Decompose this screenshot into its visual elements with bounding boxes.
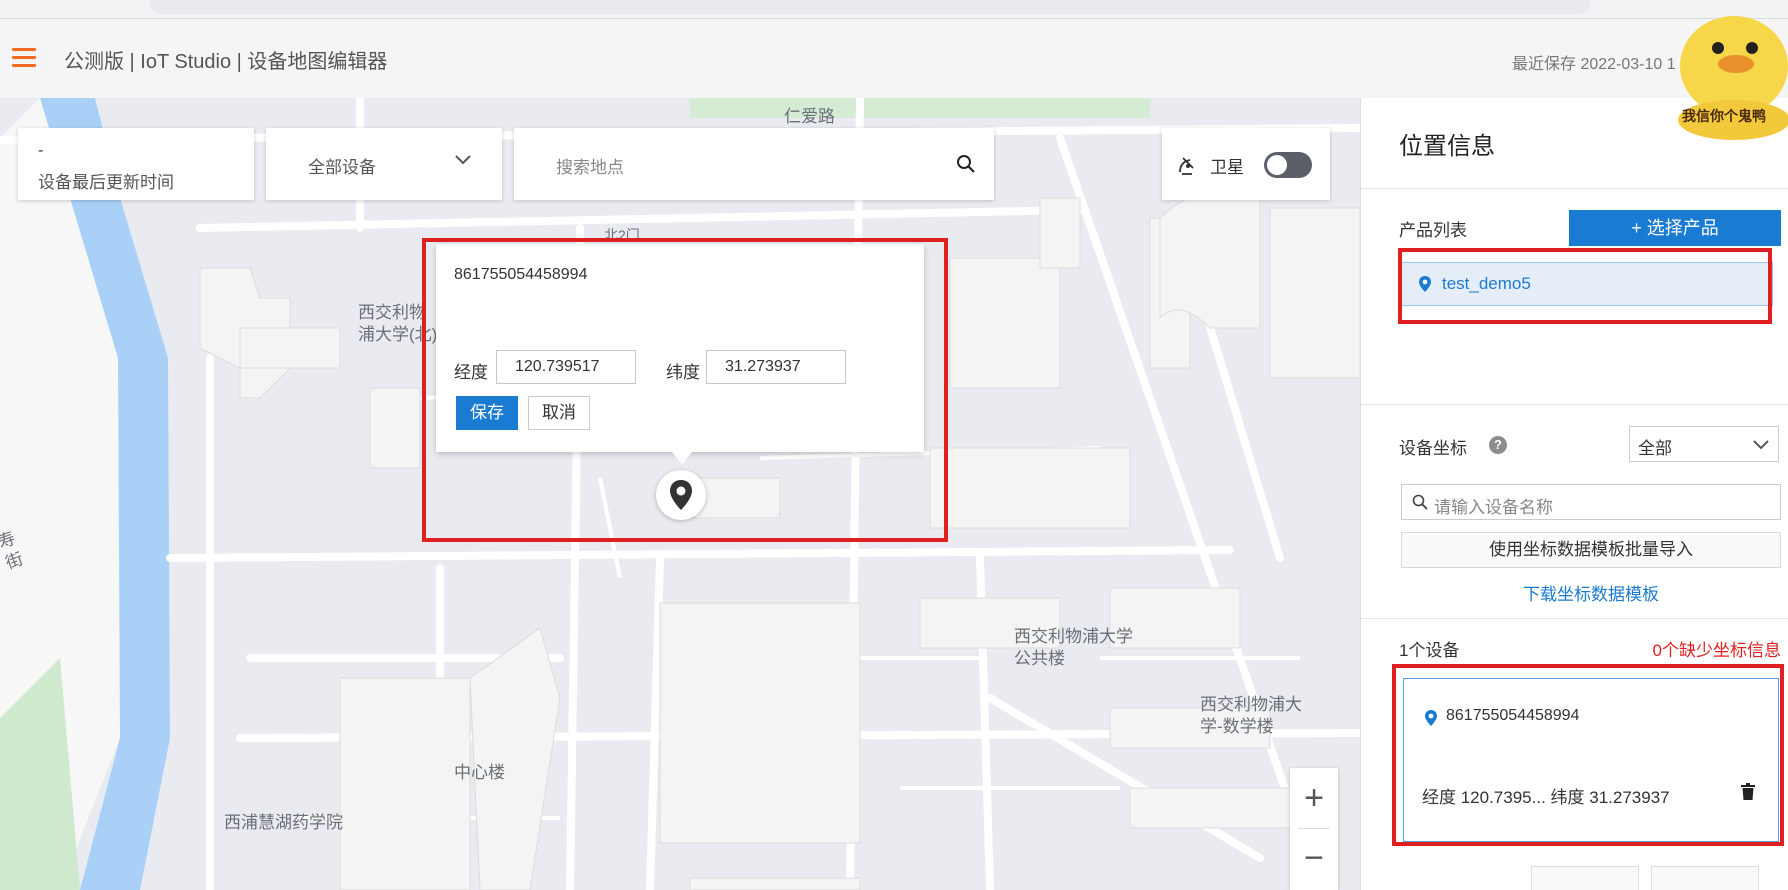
save-button[interactable]: 保存 <box>456 396 518 430</box>
device-search-placeholder: 请输入设备名称 <box>1434 498 1553 517</box>
divider <box>1361 404 1788 405</box>
longitude-label: 经度 <box>454 363 488 382</box>
search-icon <box>1412 494 1428 510</box>
location-pin-icon <box>670 480 692 510</box>
device-coordinate-popup: 861755054458994 经度 120.739517 纬度 31.2739… <box>436 244 924 464</box>
zoom-out-button[interactable]: − <box>1290 828 1338 888</box>
trash-icon[interactable] <box>1740 783 1756 801</box>
location-search-input[interactable]: 搜索地点 <box>514 128 994 200</box>
time-label: 设备最后更新时间 <box>38 173 174 192</box>
device-list-item[interactable]: 861755054458994 经度 120.7395... 纬度 31.273… <box>1403 678 1779 842</box>
help-icon[interactable]: ? <box>1489 436 1507 454</box>
last-update-time-filter[interactable]: - 设备最后更新时间 <box>18 128 254 200</box>
product-item[interactable]: test_demo5 <box>1401 262 1773 306</box>
satellite-toggle[interactable] <box>1264 152 1312 178</box>
select-product-button[interactable]: + 选择产品 <box>1569 210 1781 246</box>
device-count: 1个设备 <box>1399 641 1460 660</box>
menu-icon[interactable] <box>12 48 36 68</box>
map-label-math-building: 西交利物浦大学-数学楼 <box>1200 695 1302 736</box>
map-label-pharmacy: 西浦慧湖药学院 <box>224 813 343 832</box>
toggle-knob <box>1267 155 1287 175</box>
footer-button[interactable] <box>1651 866 1759 890</box>
app-title: 公测版 | IoT Studio | 设备地图编辑器 <box>64 51 388 73</box>
location-pin-icon <box>1425 710 1437 726</box>
device-id: 861755054458994 <box>1446 707 1580 724</box>
satellite-label: 卫星 <box>1210 158 1244 177</box>
coordinate-filter-dropdown[interactable]: 全部 <box>1629 426 1779 462</box>
divider <box>1361 188 1788 189</box>
map-label-library: 西交利物浦大学(北) <box>358 303 438 344</box>
sticker-caption: 我信你个鬼鸭 <box>1682 108 1766 124</box>
product-list-label: 产品列表 <box>1399 221 1467 240</box>
cancel-button[interactable]: 取消 <box>528 396 590 430</box>
product-name: test_demo5 <box>1442 274 1531 293</box>
footer-button[interactable] <box>1531 866 1639 890</box>
popup-device-id: 861755054458994 <box>454 266 588 283</box>
panel-title: 位置信息 <box>1399 133 1495 160</box>
chevron-down-icon <box>1753 440 1769 450</box>
device-coordinates: 经度 120.7395... 纬度 31.273937 <box>1422 788 1670 807</box>
device-filter-dropdown[interactable]: 全部设备 <box>266 128 502 200</box>
zoom-control: + − <box>1290 768 1338 890</box>
coordinate-filter-value: 全部 <box>1638 439 1672 458</box>
location-info-panel: 位置信息 产品列表 + 选择产品 test_demo5 设备坐标 ? 全部 请输… <box>1360 98 1788 890</box>
app-header: 公测版 | IoT Studio | 设备地图编辑器 最近保存 2022-03-… <box>0 19 1788 99</box>
download-template-link[interactable]: 下载坐标数据模板 <box>1401 580 1781 605</box>
duck-sticker: 我信你个鬼鸭 <box>1602 0 1788 140</box>
map-label-center-building: 中心楼 <box>454 763 505 782</box>
map-label-north-gate-2: 北2门 <box>604 227 640 243</box>
search-icon[interactable] <box>956 154 976 174</box>
longitude-input[interactable]: 120.739517 <box>496 350 636 384</box>
device-map-marker[interactable] <box>656 470 706 520</box>
time-value: - <box>38 142 44 159</box>
map-label-road: 仁爱路 <box>784 107 835 126</box>
location-pin-icon <box>1419 276 1431 292</box>
device-name-search-input[interactable]: 请输入设备名称 <box>1401 484 1781 520</box>
satellite-icon <box>1179 157 1194 175</box>
zoom-in-button[interactable]: + <box>1290 768 1338 828</box>
browser-toolbar <box>0 0 1788 19</box>
chevron-down-icon <box>455 155 471 165</box>
search-placeholder: 搜索地点 <box>556 158 624 177</box>
device-coordinates-label: 设备坐标 <box>1399 439 1467 458</box>
satellite-toggle-card: 卫星 <box>1162 128 1330 200</box>
map-label-public-building: 西交利物浦大学公共楼 <box>1014 627 1133 668</box>
address-bar[interactable] <box>150 0 1590 14</box>
device-filter-label: 全部设备 <box>308 158 376 177</box>
latitude-input[interactable]: 31.273937 <box>706 350 846 384</box>
batch-import-button[interactable]: 使用坐标数据模板批量导入 <box>1401 532 1781 568</box>
missing-coordinates-count[interactable]: 0个缺少坐标信息 <box>1653 636 1781 661</box>
latitude-label: 纬度 <box>666 363 700 382</box>
divider <box>1361 618 1788 619</box>
